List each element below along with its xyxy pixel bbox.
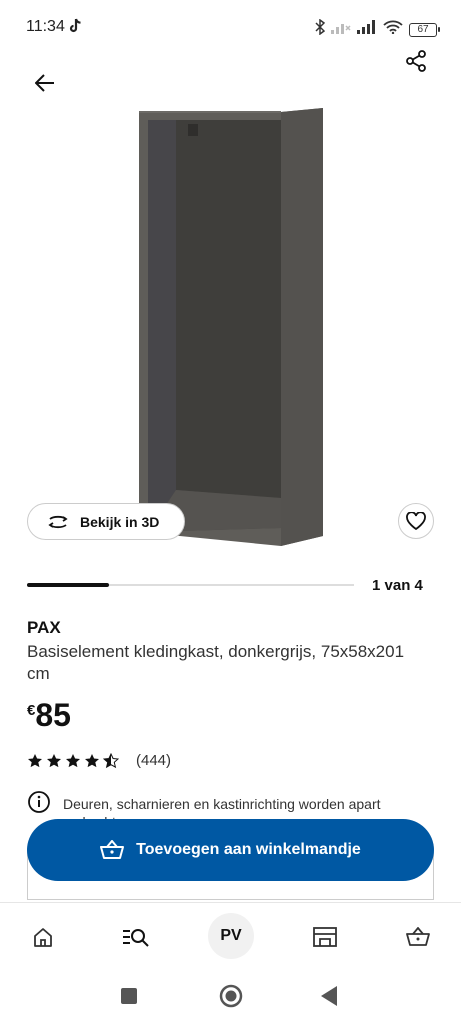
nav-home[interactable] xyxy=(23,917,63,957)
product-name: PAX xyxy=(27,618,61,637)
add-to-cart-button[interactable]: Toevoegen aan winkelmandje xyxy=(27,819,434,881)
view-in-3d-label: Bekijk in 3D xyxy=(80,513,160,530)
share-button[interactable] xyxy=(399,44,433,78)
image-carousel-progress xyxy=(27,583,354,587)
star-full-icon xyxy=(66,753,80,767)
heart-icon xyxy=(406,512,426,530)
nav-profile-avatar[interactable]: PV xyxy=(208,913,254,959)
nav-store[interactable] xyxy=(305,917,345,957)
status-icons: 67 xyxy=(315,18,440,40)
bluetooth-icon xyxy=(315,18,326,40)
share-icon xyxy=(406,50,426,72)
add-to-cart-label: Toevoegen aan winkelmandje xyxy=(136,841,361,858)
tiktok-icon xyxy=(68,18,82,39)
star-half-icon xyxy=(103,752,119,768)
status-bar: 11:34 67 xyxy=(0,0,461,56)
back-system-button[interactable] xyxy=(321,986,337,1011)
product-image[interactable] xyxy=(136,104,326,550)
battery-icon: 67 xyxy=(409,22,440,37)
home-system-button[interactable] xyxy=(219,984,243,1013)
system-navigation-bar xyxy=(0,970,461,1024)
view-in-3d-button[interactable]: Bekijk in 3D xyxy=(27,503,185,540)
signal-icon xyxy=(331,20,351,39)
bottom-navigation: PV xyxy=(0,902,461,968)
product-description: Basiselement kledingkast, donkergrijs, 7… xyxy=(27,642,405,683)
home-icon xyxy=(34,928,52,947)
image-carousel-count: 1 van 4 xyxy=(372,577,423,594)
image-carousel-progress-fill xyxy=(27,583,109,587)
back-button[interactable] xyxy=(28,66,62,100)
wifi-icon xyxy=(383,20,403,39)
star-full-icon xyxy=(85,753,99,767)
store-icon xyxy=(313,927,337,947)
price-amount: 85 xyxy=(35,697,71,733)
info-icon xyxy=(28,791,50,813)
info-notice: Deuren, scharnieren en kastinrichting wo… xyxy=(27,790,403,820)
cart-nav-icon xyxy=(406,927,430,946)
review-count: (444) xyxy=(136,752,172,769)
product-price: € 85 xyxy=(27,697,71,733)
status-time: 11:34 xyxy=(26,18,65,35)
signal-icon-2 xyxy=(357,20,377,39)
product-rating[interactable]: (444) xyxy=(27,752,171,769)
square-icon xyxy=(121,988,137,1004)
price-currency: € xyxy=(27,702,36,719)
cart-icon xyxy=(100,840,125,859)
triangle-back-icon xyxy=(321,986,337,1006)
arrow-left-icon xyxy=(35,74,54,92)
star-full-icon xyxy=(28,753,42,767)
circle-icon xyxy=(219,984,243,1008)
star-full-icon xyxy=(47,753,61,767)
nav-search[interactable] xyxy=(116,917,156,957)
nav-cart[interactable] xyxy=(398,917,438,957)
rotate-3d-icon xyxy=(48,515,68,528)
recent-apps-button[interactable] xyxy=(121,988,137,1009)
search-icon xyxy=(123,929,149,947)
info-text: Deuren, scharnieren en kastinrichting wo… xyxy=(63,796,381,820)
favorite-button[interactable] xyxy=(398,503,434,539)
